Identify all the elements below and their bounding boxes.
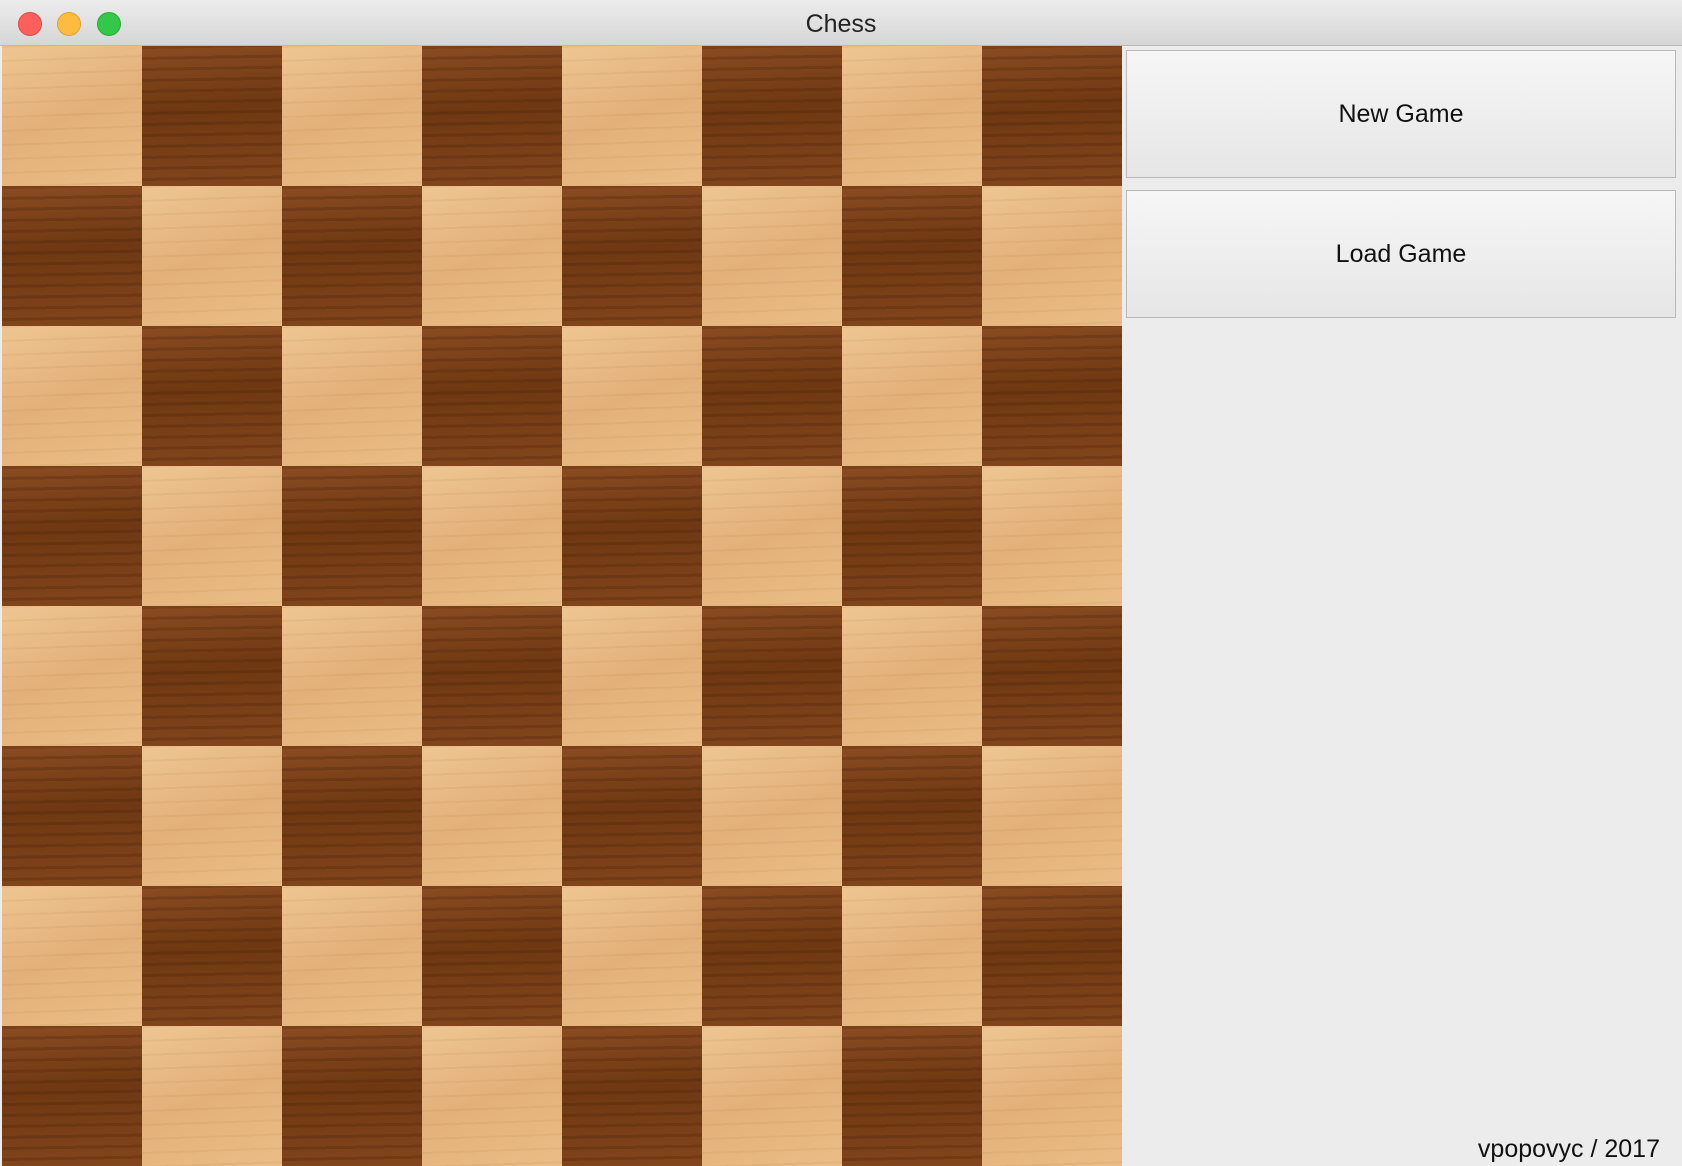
board-square[interactable] — [562, 326, 702, 466]
board-square[interactable] — [842, 606, 982, 746]
board-square[interactable] — [562, 1026, 702, 1166]
board-square[interactable] — [2, 746, 142, 886]
board-square[interactable] — [702, 466, 842, 606]
title-bar: Chess — [0, 0, 1682, 46]
board-square[interactable] — [562, 606, 702, 746]
board-square[interactable] — [282, 1026, 422, 1166]
board-square[interactable] — [702, 326, 842, 466]
board-square[interactable] — [2, 46, 142, 186]
board-square[interactable] — [702, 606, 842, 746]
board-square[interactable] — [2, 326, 142, 466]
board-square[interactable] — [702, 886, 842, 1026]
board-square[interactable] — [142, 886, 282, 1026]
board-square[interactable] — [702, 1026, 842, 1166]
board-square[interactable] — [142, 186, 282, 326]
board-square[interactable] — [422, 326, 562, 466]
board-square[interactable] — [142, 326, 282, 466]
board-square[interactable] — [982, 466, 1122, 606]
board-square[interactable] — [982, 186, 1122, 326]
board-square[interactable] — [982, 746, 1122, 886]
chess-board[interactable] — [2, 46, 1122, 1166]
board-square[interactable] — [2, 1026, 142, 1166]
board-square[interactable] — [422, 466, 562, 606]
board-square[interactable] — [142, 1026, 282, 1166]
board-square[interactable] — [282, 886, 422, 1026]
board-square[interactable] — [842, 466, 982, 606]
board-square[interactable] — [562, 886, 702, 1026]
board-square[interactable] — [702, 186, 842, 326]
board-square[interactable] — [282, 326, 422, 466]
board-square[interactable] — [982, 326, 1122, 466]
credit-label: vpopovyc / 2017 — [1477, 1135, 1660, 1163]
board-square[interactable] — [2, 466, 142, 606]
board-square[interactable] — [142, 606, 282, 746]
board-square[interactable] — [842, 326, 982, 466]
board-square[interactable] — [422, 746, 562, 886]
board-square[interactable] — [282, 466, 422, 606]
board-square[interactable] — [142, 746, 282, 886]
window-title: Chess — [805, 10, 877, 38]
board-square[interactable] — [142, 46, 282, 186]
board-square[interactable] — [842, 886, 982, 1026]
board-square[interactable] — [702, 46, 842, 186]
load-game-button[interactable]: Load Game — [1126, 190, 1676, 318]
board-square[interactable] — [982, 1026, 1122, 1166]
board-square[interactable] — [282, 46, 422, 186]
chess-window: Chess New Game Load Game vpopovyc / 2017 — [0, 0, 1682, 1166]
board-square[interactable] — [982, 886, 1122, 1026]
board-square[interactable] — [982, 46, 1122, 186]
board-square[interactable] — [562, 466, 702, 606]
board-square[interactable] — [842, 186, 982, 326]
board-square[interactable] — [702, 746, 842, 886]
board-square[interactable] — [422, 606, 562, 746]
new-game-button[interactable]: New Game — [1126, 50, 1676, 178]
board-square[interactable] — [842, 1026, 982, 1166]
board-square[interactable] — [2, 886, 142, 1026]
board-square[interactable] — [422, 46, 562, 186]
board-square[interactable] — [282, 186, 422, 326]
board-square[interactable] — [142, 466, 282, 606]
board-square[interactable] — [562, 186, 702, 326]
board-square[interactable] — [422, 186, 562, 326]
board-square[interactable] — [2, 606, 142, 746]
board-square[interactable] — [982, 606, 1122, 746]
board-square[interactable] — [842, 746, 982, 886]
board-square[interactable] — [842, 46, 982, 186]
board-square[interactable] — [562, 46, 702, 186]
board-square[interactable] — [2, 186, 142, 326]
board-square[interactable] — [282, 606, 422, 746]
board-square[interactable] — [562, 746, 702, 886]
board-square[interactable] — [422, 886, 562, 1026]
board-square[interactable] — [422, 1026, 562, 1166]
board-square[interactable] — [282, 746, 422, 886]
